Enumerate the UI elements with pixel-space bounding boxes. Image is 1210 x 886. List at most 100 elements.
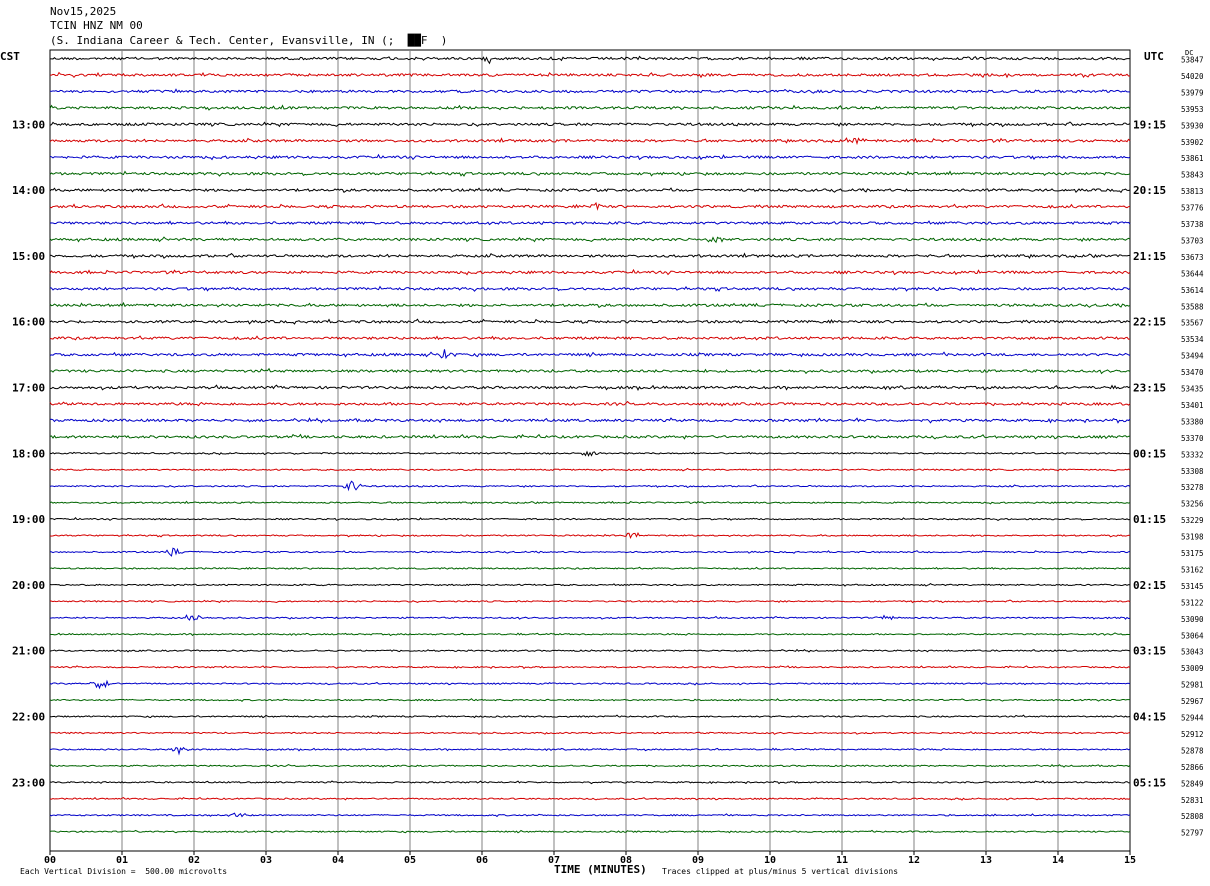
trace-row-33	[49, 599, 1131, 604]
trace-row-35	[49, 632, 1131, 637]
x-tick-label: 11	[836, 855, 848, 866]
dc-offset-label: 53090	[1181, 615, 1204, 624]
trace-row-25	[49, 467, 1131, 472]
dc-offset-label: 53256	[1181, 500, 1204, 509]
dc-offset-label: 53861	[1181, 154, 1204, 163]
left-hour-label: 13:00	[12, 118, 45, 131]
dc-offset-label: 53162	[1181, 565, 1204, 574]
dc-offset-label: 53847	[1181, 56, 1204, 65]
scale-note: Each Vertical Division = 500.00 microvol…	[20, 867, 228, 876]
dc-offset-label: 52944	[1181, 714, 1204, 723]
dc-offset-label: 53953	[1181, 105, 1204, 114]
left-hour-label: 22:00	[12, 711, 45, 724]
dc-offset-label: 53776	[1181, 204, 1204, 213]
trace-row-30	[49, 547, 1131, 557]
right-hour-label: 20:15	[1133, 184, 1166, 197]
trace-row-3	[49, 104, 1131, 111]
seismogram-plot: 53847 54020 53979 53953 53930 53902 53861 53843…	[12, 49, 1204, 866]
x-tick-label: 03	[260, 855, 272, 866]
dc-offset-label: 52866	[1181, 763, 1204, 772]
dc-offset-label: 53122	[1181, 598, 1204, 607]
dc-offset-label: 53229	[1181, 516, 1204, 525]
trace-row-20	[49, 384, 1131, 391]
right-hour-label: 04:15	[1133, 711, 1166, 724]
dc-offset-label: 52967	[1181, 697, 1204, 706]
dc-offset-label: 53930	[1181, 121, 1204, 130]
trace-row-12	[49, 252, 1131, 259]
dc-offset-label: 53278	[1181, 483, 1204, 492]
trace-row-16	[49, 318, 1131, 325]
trace-row-27	[49, 500, 1131, 505]
trace-row-44	[49, 780, 1131, 785]
trace-row-0	[49, 55, 1131, 65]
dc-offset-label: 53979	[1181, 88, 1204, 97]
trace-row-31	[49, 566, 1131, 570]
dc-offset-label: 53567	[1181, 319, 1204, 328]
trace-row-42	[49, 746, 1131, 756]
dc-offset-label: 53380	[1181, 417, 1204, 426]
dc-offset-label: 52878	[1181, 746, 1204, 755]
trace-row-2	[49, 88, 1131, 94]
trace-row-45	[49, 796, 1131, 801]
dc-offset-label: 53332	[1181, 450, 1204, 459]
dc-offset-label: 52797	[1181, 829, 1204, 838]
right-hour-label: 22:15	[1133, 316, 1166, 329]
right-hour-label: 01:15	[1133, 513, 1166, 526]
x-tick-label: 05	[404, 855, 416, 866]
trace-row-26	[49, 480, 1131, 492]
left-hour-label: 21:00	[12, 645, 45, 658]
dc-offset-label: 54020	[1181, 72, 1204, 81]
dc-offset-label: 53813	[1181, 187, 1204, 196]
trace-row-9	[49, 201, 1131, 211]
trace-row-43	[49, 763, 1131, 768]
dc-offset-label: 53494	[1181, 352, 1204, 361]
x-tick-label: 09	[692, 855, 704, 866]
trace-row-17	[49, 335, 1131, 341]
trace-row-13	[49, 268, 1131, 276]
trace-row-21	[49, 400, 1131, 407]
right-hour-label: 00:15	[1133, 447, 1166, 460]
right-hour-label: 19:15	[1133, 118, 1166, 131]
dc-offset-label: 53534	[1181, 335, 1204, 344]
trace-row-47	[49, 829, 1131, 834]
x-tick-label: 00	[44, 855, 56, 866]
trace-row-24	[49, 450, 1131, 457]
dc-offset-label: 53370	[1181, 434, 1204, 443]
trace-row-18	[49, 349, 1131, 360]
trace-row-34	[49, 614, 1131, 621]
x-tick-label: 10	[764, 855, 776, 866]
right-hour-label: 23:15	[1133, 382, 1166, 395]
x-tick-label: 01	[116, 855, 128, 866]
left-hour-label: 18:00	[12, 447, 45, 460]
x-tick-label: 15	[1124, 855, 1136, 866]
trace-row-23	[49, 433, 1131, 440]
dc-offset-label: 53435	[1181, 385, 1204, 394]
dc-offset-label: 53588	[1181, 302, 1204, 311]
left-hour-label: 15:00	[12, 250, 45, 263]
dc-offset-label: 53198	[1181, 533, 1204, 542]
dc-offset-label: 52912	[1181, 730, 1204, 739]
dc-offset-label: 53703	[1181, 236, 1204, 245]
trace-row-5	[49, 137, 1131, 146]
dc-offset-label: 53843	[1181, 171, 1204, 180]
trace-row-46	[49, 812, 1131, 818]
dc-offset-label: 52849	[1181, 779, 1204, 788]
right-hour-label: 21:15	[1133, 250, 1166, 263]
dc-offset-label: 53009	[1181, 664, 1204, 673]
trace-row-32	[49, 583, 1131, 587]
dc-offset-label: 52831	[1181, 796, 1204, 805]
trace-row-29	[49, 532, 1131, 539]
dc-offset-label: 53308	[1181, 467, 1204, 476]
trace-row-15	[49, 301, 1131, 309]
dc-offset-label: 53401	[1181, 401, 1204, 410]
left-hour-label: 17:00	[12, 382, 45, 395]
trace-row-1	[49, 71, 1131, 79]
left-hour-label: 16:00	[12, 316, 45, 329]
right-hour-label: 02:15	[1133, 579, 1166, 592]
trace-row-28	[49, 517, 1131, 521]
dc-offset-label: 53470	[1181, 368, 1204, 377]
dc-offset-label: 53175	[1181, 549, 1204, 558]
left-hour-label: 23:00	[12, 776, 45, 789]
trace-row-41	[49, 731, 1131, 735]
x-tick-label: 02	[188, 855, 200, 866]
